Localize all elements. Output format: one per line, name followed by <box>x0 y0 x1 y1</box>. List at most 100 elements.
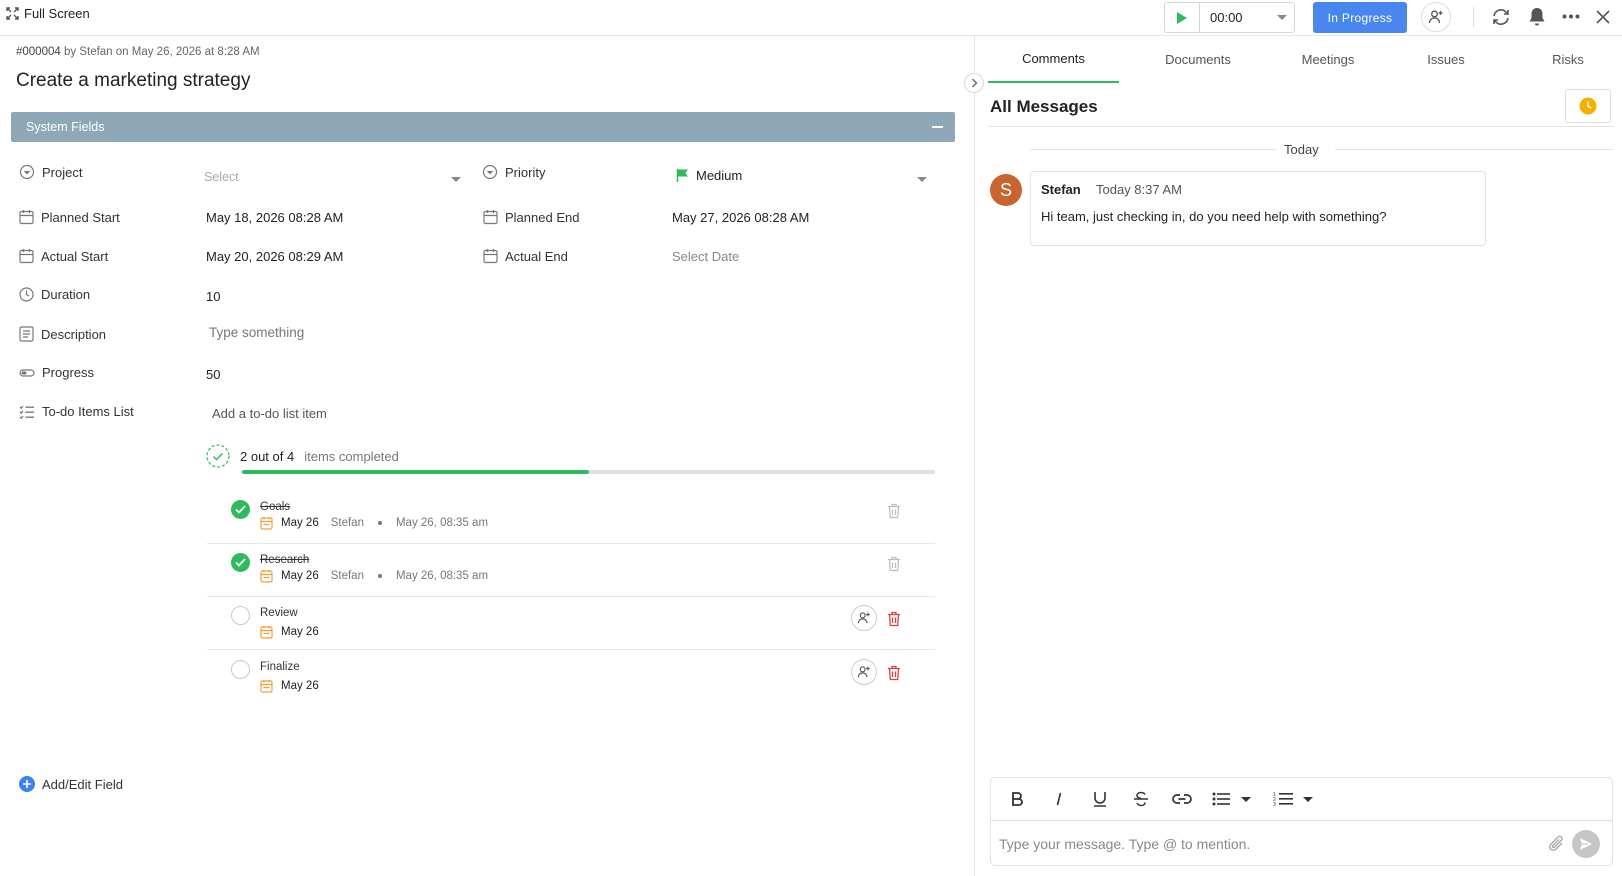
todo-item-completed-at: May 26, 08:35 am <box>395 570 489 582</box>
todo-item-name[interactable]: Review <box>260 607 298 619</box>
clock-icon <box>19 287 34 302</box>
priority-label: Priority <box>482 164 545 180</box>
close-button[interactable] <box>1596 10 1610 24</box>
chevron-down-icon[interactable] <box>451 177 461 182</box>
assign-user-button[interactable] <box>851 659 877 685</box>
add-edit-field-label: Add/Edit Field <box>42 776 123 792</box>
description-input[interactable]: Type something <box>209 325 304 340</box>
todo-item-date[interactable]: May 26 <box>281 680 319 692</box>
add-user-icon <box>857 666 870 678</box>
planned-end-label: Planned End <box>483 209 579 225</box>
chevron-down-icon <box>1303 796 1313 802</box>
delete-item-button[interactable] <box>887 556 901 572</box>
tab-documents[interactable]: Documents <box>1138 36 1258 83</box>
numbered-list-button[interactable]: 123 <box>1267 778 1299 820</box>
task-title[interactable]: Create a marketing strategy <box>16 70 250 92</box>
planned-end-value[interactable]: May 27, 2026 08:28 AM <box>672 210 809 225</box>
progress-icon <box>19 368 35 377</box>
numbered-list-options[interactable] <box>1299 778 1317 820</box>
timer-control: 00:00 <box>1164 2 1295 33</box>
progress-label: Progress <box>19 365 94 380</box>
task-meta: #000004 by Stefan on May 26, 2026 at 8:2… <box>16 46 260 58</box>
todo-item: Finalize May 26 <box>207 651 935 704</box>
actual-end-date-picker[interactable]: Select Date <box>672 249 739 264</box>
add-assignee-button[interactable] <box>1421 2 1451 32</box>
day-divider-line <box>1335 149 1613 150</box>
tab-issues[interactable]: Issues <box>1406 36 1486 83</box>
send-button[interactable] <box>1572 830 1600 858</box>
checkmark-icon <box>235 558 246 567</box>
chevron-down-icon[interactable] <box>917 177 927 182</box>
bullet-list-icon <box>1212 792 1230 806</box>
bullet-list-button[interactable] <box>1205 778 1237 820</box>
play-button[interactable] <box>1165 3 1200 32</box>
project-select[interactable]: Select <box>204 170 239 184</box>
trash-icon <box>888 556 900 572</box>
flag-icon <box>676 169 688 182</box>
send-icon <box>1580 838 1592 850</box>
plus-circle-icon <box>19 776 35 792</box>
bullet-list-options[interactable] <box>1237 778 1255 820</box>
todo-add-input[interactable]: Add a to-do list item <box>212 406 327 421</box>
todo-checkbox[interactable] <box>231 606 250 625</box>
play-icon <box>1177 11 1187 24</box>
messages-header: All Messages <box>990 97 1098 116</box>
tab-risks[interactable]: Risks <box>1528 36 1608 83</box>
timer-value[interactable]: 00:00 <box>1200 10 1270 25</box>
underline-button[interactable] <box>1084 778 1116 820</box>
todo-item-name[interactable]: Research <box>260 554 309 566</box>
todo-item-name[interactable]: Finalize <box>260 661 300 673</box>
todo-item: Research May 26 Stefan May 26, 08:35 am <box>207 544 935 597</box>
todo-item-date[interactable]: May 26 <box>281 517 319 529</box>
add-user-icon <box>857 612 870 624</box>
timer-dropdown[interactable] <box>1270 15 1294 20</box>
todo-item-date[interactable]: May 26 <box>281 626 319 638</box>
calendar-icon <box>19 210 34 225</box>
todo-checkbox[interactable] <box>231 660 250 679</box>
notifications-button[interactable] <box>1528 7 1546 27</box>
todo-checkbox-checked[interactable] <box>231 500 250 519</box>
task-created-info: by Stefan on May 26, 2026 at 8:28 AM <box>63 46 260 58</box>
todo-checkbox-checked[interactable] <box>231 553 250 572</box>
chevron-down-icon <box>1277 15 1287 20</box>
delete-item-button[interactable] <box>887 665 901 681</box>
underline-icon <box>1094 792 1106 807</box>
fullscreen-label: Full Screen <box>24 6 90 21</box>
assign-user-button[interactable] <box>851 605 877 631</box>
collapse-panel-button[interactable] <box>964 73 984 93</box>
system-fields-header[interactable]: System Fields <box>11 112 955 142</box>
clock-button[interactable] <box>1565 89 1611 123</box>
delete-item-button[interactable] <box>887 503 901 519</box>
strikethrough-button[interactable] <box>1125 778 1157 820</box>
numbered-list-icon: 123 <box>1273 792 1293 807</box>
link-button[interactable] <box>1165 778 1199 820</box>
status-button[interactable]: In Progress <box>1313 2 1407 33</box>
todo-item-date[interactable]: May 26 <box>281 570 319 582</box>
check-circle-icon <box>206 444 230 468</box>
priority-select[interactable]: Medium <box>676 168 742 183</box>
duration-value[interactable]: 10 <box>206 289 220 304</box>
actual-start-value[interactable]: May 20, 2026 08:29 AM <box>206 249 343 264</box>
recurring-button[interactable] <box>1490 7 1512 27</box>
collapse-icon[interactable] <box>932 126 943 128</box>
bold-button[interactable] <box>1001 778 1033 820</box>
italic-button[interactable] <box>1043 778 1075 820</box>
tab-meetings[interactable]: Meetings <box>1278 36 1378 83</box>
todo-item-name[interactable]: Goals <box>260 501 290 513</box>
day-divider-label: Today <box>1284 142 1319 157</box>
planned-start-value[interactable]: May 18, 2026 08:28 AM <box>206 210 343 225</box>
italic-icon <box>1056 792 1062 806</box>
attach-button[interactable] <box>1548 834 1566 854</box>
todo-item-completed-by: Stefan <box>330 517 364 529</box>
tab-comments[interactable]: Comments <box>988 36 1119 83</box>
message-input[interactable] <box>999 830 1519 858</box>
fullscreen-button[interactable]: Full Screen <box>6 6 90 21</box>
progress-value[interactable]: 50 <box>206 367 220 382</box>
header-divider <box>988 126 1614 127</box>
add-edit-field-button[interactable]: Add/Edit Field <box>19 776 123 792</box>
todo-progress-fill <box>242 470 589 474</box>
system-fields-label: System Fields <box>26 120 105 134</box>
delete-item-button[interactable] <box>887 611 901 627</box>
more-options-button[interactable] <box>1562 14 1580 19</box>
composer-divider <box>991 820 1612 821</box>
